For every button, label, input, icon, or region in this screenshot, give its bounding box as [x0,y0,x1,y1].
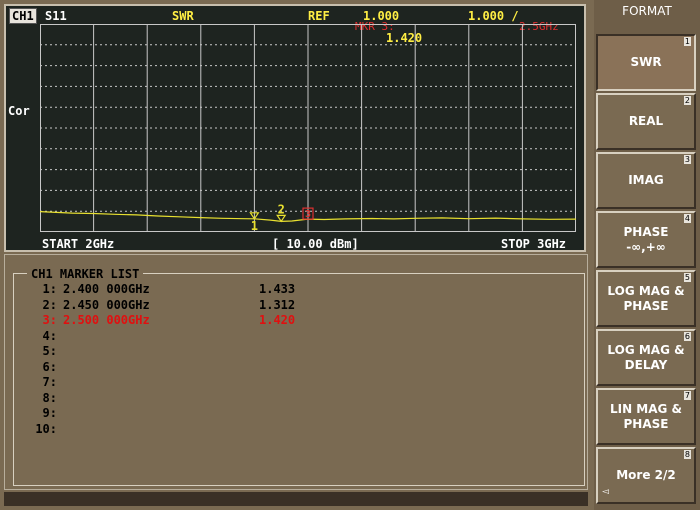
softkey-label: LIN MAG & [609,401,683,416]
softkey-5[interactable]: LOG MAG & PHASE 5 [596,270,696,327]
softkey-6[interactable]: LOG MAG & DELAY 6 [596,329,696,386]
softkey-8[interactable]: More 2/2 8 ◅ [596,447,696,504]
marker-value: 1.312 [259,297,296,312]
marker-list-row[interactable]: 10: [27,422,57,437]
s-parameter-label: S11 [45,9,67,23]
scale-per-div: 1.000 / [468,9,519,23]
marker-number: 8: [42,390,57,405]
softkey-index: 1 [683,37,691,46]
softkey-7[interactable]: LIN MAG & PHASE 7 [596,388,696,445]
trace-display[interactable]: CH1 S11 SWR REF 1.000 1.000 / MKR 3: 1.4… [4,4,586,252]
source-power[interactable]: [ 10.00 dBm] [272,237,359,251]
marker-1-id: 1 [251,219,258,232]
softkey-1[interactable]: SWR 1 [596,34,696,91]
marker-list-row[interactable]: 7: [27,375,57,390]
start-frequency[interactable]: START 2GHz [42,237,114,251]
softkey-label: IMAG [628,173,664,187]
marker-list-row[interactable]: 8: [27,391,57,406]
softkey-index: 6 [683,332,691,341]
marker-number: 6: [42,359,57,374]
marker-value: 1.420 [259,313,296,327]
channel-indicator[interactable]: CH1 [9,8,37,24]
ref-label: REF [308,9,330,23]
marker-list-row[interactable]: 3: 2.500 000GHz 1.420 [27,313,296,328]
marker-number: 2: [42,297,57,312]
marker-list-row[interactable]: 6: [27,360,57,375]
softkey-2[interactable]: REAL 2 [596,93,696,150]
marker-list-panel: CH1 MARKER LIST 1: 2.400 000GHz 1.433 2: 2.4… [4,254,588,490]
softkey-index: 3 [683,155,691,164]
softkey-label: REAL [628,114,664,128]
marker-list-title: CH1 MARKER LIST [27,267,144,281]
marker-number: 10: [35,421,57,436]
softkey-sublabel: DELAY [624,357,668,372]
softkey-4[interactable]: PHASE -∞,+∞ 4 [596,211,696,268]
marker-2-id: 2 [278,202,285,216]
softkey-sublabel: PHASE [623,416,669,431]
marker-number: 5: [42,344,57,358]
status-bar [4,492,588,506]
softkey-label: LOG MAG & [607,342,685,357]
softkey-label: More 2/2 [616,468,676,482]
marker-list-row[interactable]: 9: [27,406,57,421]
marker-list-row[interactable]: 1: 2.400 000GHz 1.433 [27,282,296,297]
marker-list-row[interactable]: 4: [27,329,57,344]
marker-number: 7: [42,375,57,389]
softkey-index: 4 [683,214,691,223]
menu-title: FORMAT [622,4,672,18]
softkey-index: 5 [683,273,691,282]
correction-indicator: Cor [8,104,30,118]
marker-frequency: 2.500 000GHz [63,313,150,327]
marker-number: 9: [42,406,57,420]
more-arrow-icon: ◅ [602,487,609,497]
marker-list-row[interactable]: 5: [27,344,57,359]
marker-3-id: 3 [305,209,311,220]
marker-value: 1.433 [259,282,296,296]
marker-number: 4: [42,328,57,343]
softkey-label: LOG MAG & [607,283,685,298]
marker-frequency: 2.400 000GHz [63,282,150,296]
softkey-index: 7 [683,391,691,400]
softkey-3[interactable]: IMAG 3 [596,152,696,209]
softkey-label: SWR [630,55,662,69]
analyzer-screen: CH1 S11 SWR REF 1.000 1.000 / MKR 3: 1.4… [0,0,594,510]
softkey-menu: FORMAT SWR 1 REAL 2 IMAG 3 PHASE -∞,+∞ 4 LOG MAG … [594,0,700,510]
softkey-index: 2 [683,96,691,105]
trace-graticule[interactable]: 1 2 3 [40,24,576,232]
format-label: SWR [172,9,194,23]
softkey-sublabel: PHASE [623,298,669,313]
marker-list-row[interactable]: 2: 2.450 000GHz 1.312 [27,297,296,313]
marker-number: 3: [42,313,57,327]
softkey-sublabel: -∞,+∞ [626,239,666,254]
marker-number: 1: [42,282,57,296]
softkey-label: PHASE [623,224,669,239]
softkey-index: 8 [683,450,691,459]
marker-frequency: 2.450 000GHz [63,297,150,312]
stop-frequency[interactable]: STOP 3GHz [501,237,566,251]
